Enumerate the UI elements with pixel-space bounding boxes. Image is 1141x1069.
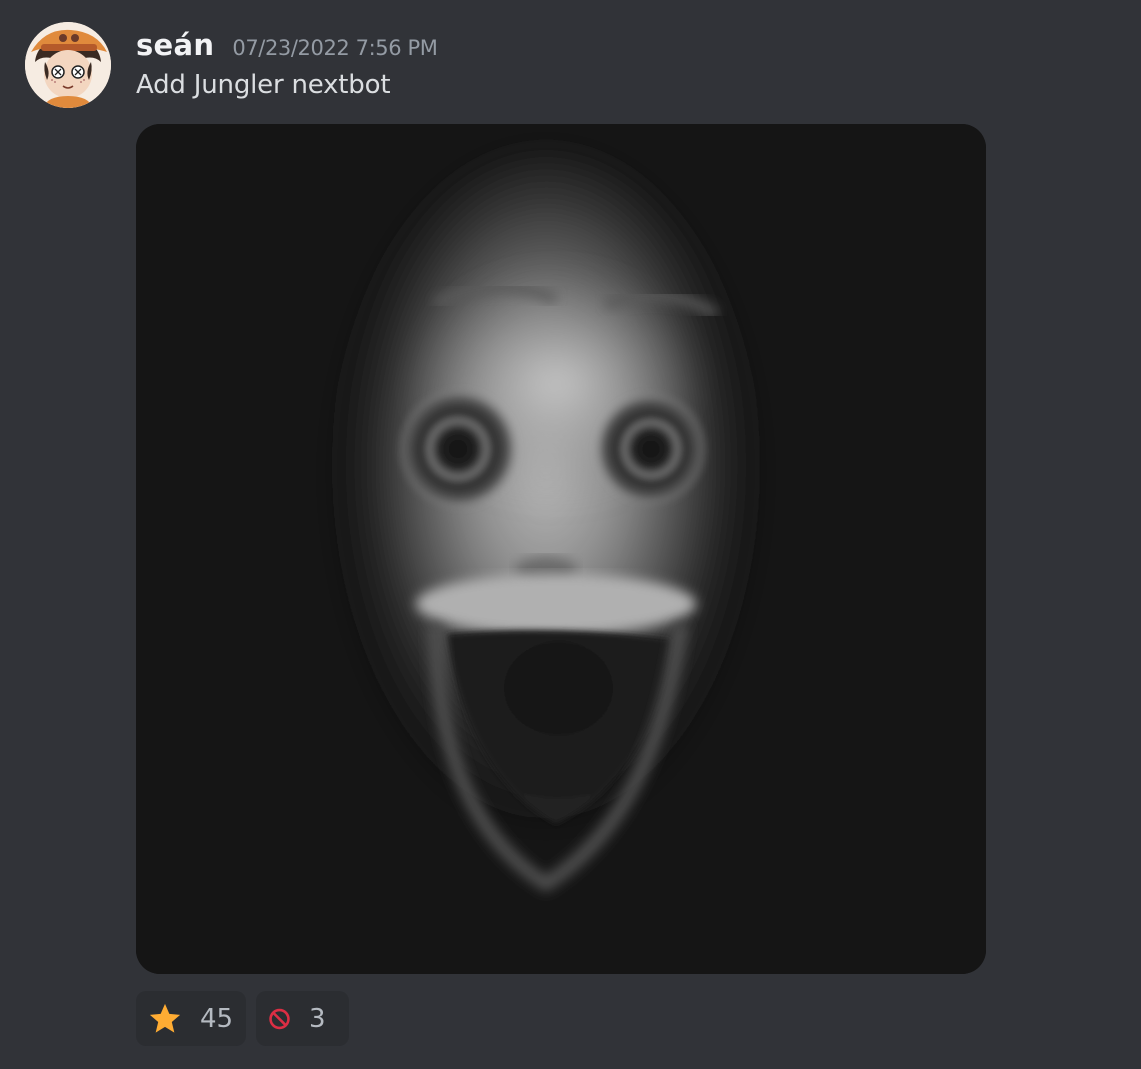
chat-message: seán 07/23/2022 7:56 PM Add Jungler next… bbox=[0, 0, 1141, 1069]
avatar-image bbox=[25, 22, 111, 108]
image-attachment[interactable] bbox=[136, 124, 986, 974]
star-emoji-icon bbox=[149, 1003, 181, 1033]
message-header: seán 07/23/2022 7:56 PM bbox=[136, 28, 438, 62]
username[interactable]: seán bbox=[136, 28, 214, 62]
message-timestamp: 07/23/2022 7:56 PM bbox=[232, 36, 438, 60]
attachment-image bbox=[136, 124, 986, 974]
reaction-no-entry[interactable]: 3 bbox=[256, 991, 349, 1046]
reaction-star[interactable]: 45 bbox=[136, 991, 246, 1046]
no-entry-sign-icon bbox=[269, 1008, 290, 1029]
reaction-count: 45 bbox=[200, 1003, 234, 1034]
reaction-count: 3 bbox=[309, 1003, 326, 1034]
user-avatar[interactable] bbox=[25, 22, 111, 108]
message-content: Add Jungler nextbot bbox=[136, 70, 391, 100]
reactions-bar: 45 3 bbox=[136, 991, 349, 1046]
